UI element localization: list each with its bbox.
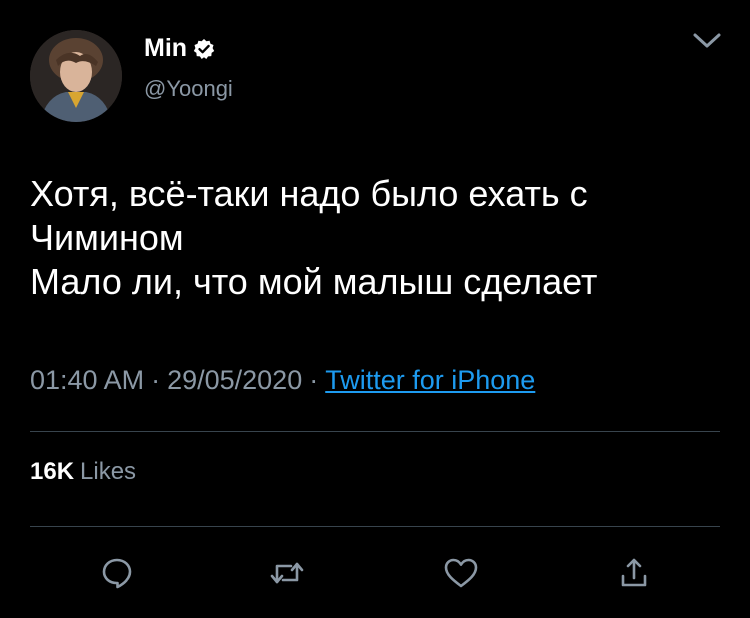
verified-badge-icon xyxy=(193,37,215,59)
tweet-text-line: Чимином xyxy=(30,217,184,258)
divider xyxy=(30,431,720,432)
tweet-date: 29/05/2020 xyxy=(167,365,303,395)
retweet-button[interactable] xyxy=(267,553,307,593)
divider xyxy=(30,526,720,527)
likes-count[interactable]: 16K Likes xyxy=(30,456,136,488)
avatar[interactable] xyxy=(30,30,122,122)
likes-number: 16K xyxy=(30,458,75,485)
user-handle[interactable]: @Yoongi xyxy=(144,75,233,103)
meta-separator: · xyxy=(151,365,161,395)
tweet-text: Хотя, всё-таки надо было ехать с Чимином… xyxy=(30,172,720,304)
tweet-meta: 01:40 AM · 29/05/2020 · Twitter for iPhone xyxy=(30,362,535,398)
heart-icon xyxy=(444,558,478,588)
avatar-image xyxy=(30,30,122,122)
tweet-text-line: Хотя, всё-таки надо было ехать с xyxy=(30,173,588,214)
display-name-text: Min xyxy=(144,34,188,62)
share-button[interactable] xyxy=(614,553,654,593)
retweet-icon xyxy=(270,562,304,584)
tweet-text-line: Мало ли, что мой малыш сделает xyxy=(30,261,598,302)
display-name[interactable]: Min xyxy=(144,33,215,63)
meta-separator: · xyxy=(309,365,319,395)
tweet-time: 01:40 AM xyxy=(30,365,145,395)
like-button[interactable] xyxy=(441,553,481,593)
tweet-source-link[interactable]: Twitter for iPhone xyxy=(325,365,535,395)
likes-label: Likes xyxy=(80,458,137,485)
chevron-down-icon[interactable] xyxy=(692,30,722,52)
share-icon xyxy=(621,558,647,587)
reply-bubble-icon xyxy=(102,558,132,589)
reply-button[interactable] xyxy=(97,553,137,593)
